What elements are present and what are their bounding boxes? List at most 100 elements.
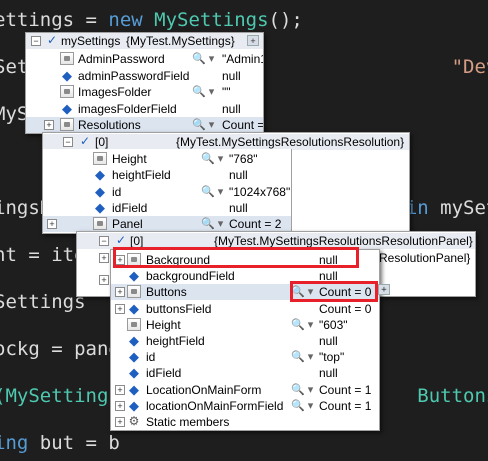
field-icon: ◆	[95, 199, 105, 215]
expand-icon[interactable]: +	[115, 303, 125, 314]
datatip-row[interactable]: + ⚙ Static members	[111, 414, 379, 430]
field-icon: ◆	[95, 167, 105, 183]
member-name: Buttons	[146, 285, 187, 300]
pin-icon[interactable]: +	[378, 284, 390, 295]
member-name: heightField	[112, 168, 171, 183]
datatip-row[interactable]: + Resolutions 🔍 ▾ Count = 1	[26, 117, 263, 133]
collapse-icon[interactable]: −	[99, 236, 109, 246]
expand-icon[interactable]: +	[115, 255, 125, 265]
member-value[interactable]: "top"	[319, 349, 344, 365]
visualizer-magnifier-icon[interactable]: 🔍 ▾	[192, 117, 214, 133]
datatip-row[interactable]: ◆ backgroundField null	[111, 268, 379, 284]
member-value[interactable]: null	[319, 333, 338, 349]
datatip-row[interactable]: + Panel 🔍 ▾ Count = 2	[43, 216, 291, 233]
member-name: Height	[146, 317, 181, 332]
member-name: heightField	[146, 334, 205, 348]
code-token: ing	[0, 432, 29, 454]
visualizer-magnifier-icon[interactable]: 🔍 ▾	[291, 284, 313, 300]
field-icon: ✓	[115, 233, 127, 247]
collapse-icon[interactable]: −	[63, 137, 73, 147]
member-name: Static members	[146, 415, 230, 429]
datatip-row[interactable]: + ◆ buttonsField Count = 0	[111, 301, 379, 317]
expand-icon[interactable]: +	[44, 120, 54, 130]
datatip-row[interactable]: ◆ heightField null	[111, 333, 379, 349]
visualizer-magnifier-icon[interactable]: 🔍 ▾	[201, 184, 223, 200]
member-value[interactable]: ""	[222, 84, 231, 100]
datatip-header-mysettings: − ✓ mySettings {MyTest.MySettings} +	[26, 33, 263, 49]
field-icon: ◆	[129, 268, 139, 284]
member-value[interactable]: null	[229, 200, 248, 216]
code-token: (MySettings	[0, 385, 120, 407]
datatip-row[interactable]: ◆ idField null	[111, 365, 379, 381]
member-name: Panel	[112, 217, 143, 232]
datatip-row[interactable]: + Background null	[111, 252, 379, 268]
member-value[interactable]: Count = 0	[319, 284, 371, 300]
property-icon	[127, 317, 141, 331]
member-name: LocationOnMainForm	[146, 382, 262, 397]
code-token: ettings =	[0, 9, 109, 31]
datatip-row[interactable]: Height 🔍 ▾ "768"	[43, 151, 291, 167]
member-value[interactable]: null	[319, 252, 338, 268]
property-icon	[60, 118, 74, 131]
member-value[interactable]: null	[222, 68, 241, 84]
visualizer-magnifier-icon[interactable]: 🔍 ▾	[291, 349, 313, 365]
member-value[interactable]: Count = 0	[319, 301, 371, 317]
property-icon	[93, 217, 107, 231]
property-icon	[60, 52, 74, 65]
member-value[interactable]: "Admin1234"	[222, 51, 263, 67]
member-name: Height	[112, 152, 147, 166]
member-value[interactable]: null	[229, 167, 248, 183]
member-value[interactable]: "603"	[319, 317, 348, 333]
member-value[interactable]: "1024x768"	[229, 184, 290, 200]
visualizer-magnifier-icon[interactable]: 🔍 ▾	[291, 317, 313, 333]
visualizer-magnifier-icon[interactable]: 🔍 ▾	[201, 151, 223, 167]
datatip-row[interactable]: ◆ heightField null	[43, 167, 291, 183]
member-value[interactable]: Count = 1	[319, 398, 371, 414]
datatip-row[interactable]: + Buttons 🔍 ▾ Count = 0	[111, 284, 379, 301]
expand-icon[interactable]: +	[115, 417, 125, 427]
visualizer-magnifier-icon[interactable]: 🔍 ▾	[192, 51, 214, 67]
property-icon	[127, 285, 141, 299]
datatip-row[interactable]: + ◆ locationOnMainFormField 🔍 ▾ Count = 1	[111, 398, 379, 414]
member-value[interactable]: null	[319, 365, 338, 381]
datatip-title-type: {MyTest.MySettings}	[126, 34, 235, 48]
visualizer-magnifier-icon[interactable]: 🔍 ▾	[192, 84, 214, 100]
expand-icon[interactable]: +	[99, 253, 109, 263]
member-value[interactable]: null	[222, 101, 241, 117]
datatip-row[interactable]: + ◆ LocationOnMainForm 🔍 ▾ Count = 1	[111, 382, 379, 398]
member-name: id	[112, 184, 122, 199]
datatip-title-name: [0]	[130, 234, 144, 248]
field-icon: ◆	[62, 67, 72, 83]
datatip-resolution-members: Height 🔍 ▾ "768" ◆ heightField null ◆ id 🔍 ▾ "102…	[42, 149, 292, 234]
datatip-row[interactable]: ◆ adminPasswordField null	[26, 68, 263, 84]
datatip-row[interactable]: Height 🔍 ▾ "603"	[111, 317, 379, 333]
field-icon: ◆	[95, 183, 105, 199]
field-icon: ◆	[129, 300, 139, 316]
expand-icon[interactable]: +	[115, 287, 125, 298]
member-name: idField	[112, 200, 148, 215]
visualizer-magnifier-icon[interactable]: 🔍 ▾	[291, 382, 313, 398]
member-value[interactable]: Count = 2	[229, 216, 281, 232]
datatip-row[interactable]: ImagesFolder 🔍 ▾ ""	[26, 84, 263, 100]
expand-icon[interactable]: +	[115, 400, 125, 411]
member-name: id	[146, 350, 156, 365]
collapse-icon[interactable]: −	[31, 36, 41, 46]
member-name: idField	[146, 366, 182, 381]
member-value[interactable]: Count = 1	[319, 382, 371, 398]
pin-icon[interactable]: +	[247, 35, 259, 46]
member-value[interactable]: Count = 1	[222, 117, 263, 133]
member-value[interactable]: "768"	[229, 151, 258, 167]
datatip-row[interactable]: ◆ idField null	[43, 200, 291, 216]
code-token: Settings	[0, 291, 86, 313]
datatip-row[interactable]: ◆ id 🔍 ▾ "1024x768"	[43, 184, 291, 200]
visualizer-magnifier-icon[interactable]: 🔍 ▾	[291, 398, 313, 414]
datatip-row[interactable]: AdminPassword 🔍 ▾ "Admin1234"	[26, 51, 263, 67]
expand-icon[interactable]: +	[115, 384, 125, 395]
datatip-row[interactable]: ◆ imagesFolderField null	[26, 101, 263, 117]
datatip-row[interactable]: ◆ id 🔍 ▾ "top"	[111, 349, 379, 365]
visualizer-magnifier-icon[interactable]: 🔍 ▾	[201, 216, 223, 232]
member-value[interactable]: null	[319, 268, 338, 284]
field-icon: ◆	[129, 381, 139, 397]
expand-icon[interactable]: +	[99, 275, 109, 285]
expand-icon[interactable]: +	[47, 219, 57, 230]
